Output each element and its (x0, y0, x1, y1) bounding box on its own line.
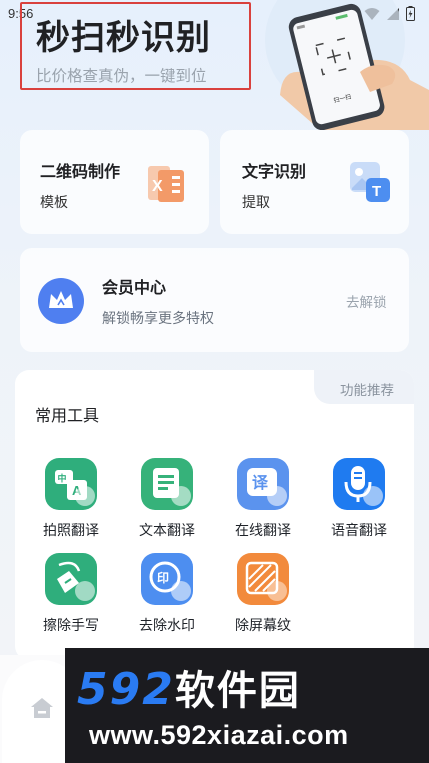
qr-code-card[interactable]: 二维码制作 模板 X (20, 130, 209, 234)
tool-voice-translate[interactable]: 语音翻译 (321, 458, 401, 542)
common-tools-panel: 功能推荐 常用工具 中 A 拍照翻译 文本翻译 (15, 370, 414, 660)
site-watermark: 592软件园 www.592xiazai.com (65, 648, 429, 763)
photo-translate-icon: 中 A (45, 458, 97, 510)
feature-recommend-tab[interactable]: 功能推荐 (314, 370, 414, 404)
tool-photo-translate[interactable]: 中 A 拍照翻译 (33, 458, 113, 542)
watermark-brand-text: 软件园 (174, 668, 301, 714)
erase-handwriting-icon (45, 553, 97, 605)
svg-text:印: 印 (157, 571, 169, 585)
phone-scan-illustration: 扫一扫 (265, 0, 429, 130)
home-icon[interactable] (30, 697, 54, 719)
vip-card-title: 会员中心 (102, 278, 167, 297)
hero-subtitle: 比价格查真伪，一键到位 (36, 67, 207, 85)
tool-label: 除屏幕纹 (235, 618, 291, 634)
svg-text:X: X (152, 178, 163, 195)
vip-card-subtitle: 解锁畅享更多特权 (102, 311, 214, 327)
tool-label: 擦除手写 (43, 618, 99, 634)
ocr-card-subtitle: 提取 (242, 195, 270, 211)
vip-center-card[interactable]: 会员中心 解锁畅享更多特权 去解锁 (20, 248, 409, 352)
remove-moire-icon (237, 553, 289, 605)
tool-remove-watermark[interactable]: 印 去除水印 (129, 553, 209, 637)
document-template-icon: X (148, 166, 184, 202)
tool-label: 去除水印 (139, 618, 195, 634)
qr-card-subtitle: 模板 (40, 195, 68, 211)
tool-label: 文本翻译 (139, 523, 195, 539)
text-recognition-card[interactable]: 文字识别 提取 T (220, 130, 409, 234)
hero-title: 秒扫秒识别 (36, 18, 211, 58)
text-translate-icon (141, 458, 193, 510)
watermark-url: www.592xiazai.com (89, 720, 349, 750)
tool-label: 语音翻译 (331, 523, 387, 539)
tool-label: 拍照翻译 (43, 523, 99, 539)
tool-text-translate[interactable]: 文本翻译 (129, 458, 209, 542)
online-translate-icon: 译 (237, 458, 289, 510)
tool-label: 在线翻译 (235, 523, 291, 539)
tool-remove-moire[interactable]: 除屏幕纹 (225, 553, 305, 637)
crown-icon (38, 278, 84, 324)
svg-text:T: T (372, 183, 381, 200)
svg-text:中: 中 (58, 473, 67, 485)
svg-text:译: 译 (252, 473, 269, 492)
watermark-brand: 592软件园 (77, 658, 301, 716)
tool-erase-handwriting[interactable]: 擦除手写 (33, 553, 113, 637)
unlock-button[interactable]: 去解锁 (346, 291, 387, 311)
qr-card-title: 二维码制作 (40, 162, 121, 181)
image-text-icon: T (350, 162, 390, 202)
remove-watermark-icon: 印 (141, 553, 193, 605)
voice-translate-icon (333, 458, 385, 510)
common-tools-title: 常用工具 (35, 406, 100, 425)
feature-recommend-label: 功能推荐 (340, 383, 394, 399)
ocr-card-title: 文字识别 (242, 162, 307, 181)
hero-highlight-box: 秒扫秒识别 比价格查真伪，一键到位 (20, 2, 251, 90)
watermark-brand-number: 592 (77, 664, 175, 715)
tool-online-translate[interactable]: 译 在线翻译 (225, 458, 305, 542)
